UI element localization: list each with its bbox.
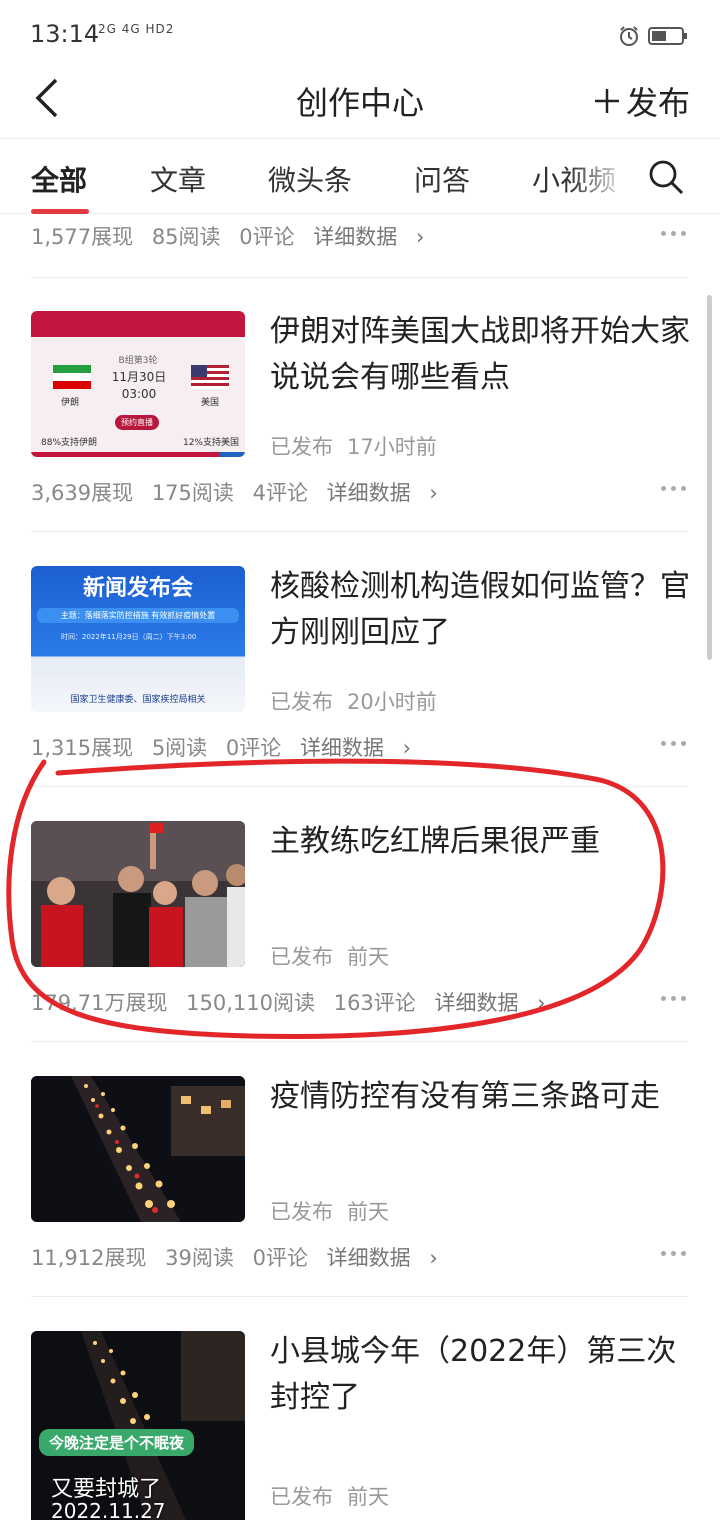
search-icon[interactable]	[648, 159, 684, 195]
article-thumbnail: 今晚注定是个不眠夜 又要封城了 2022.11.27	[31, 1331, 245, 1520]
alarm-icon	[620, 26, 638, 46]
divider	[31, 786, 688, 787]
network-indicator: 2G 4G HD2	[98, 22, 175, 36]
match-time: 11月30日 03:00	[111, 370, 167, 401]
overlay-date: 2022.11.27	[51, 1499, 166, 1520]
publish-label: 发布	[625, 84, 690, 122]
support-percent: 88%支持伊朗	[41, 438, 98, 448]
comment-count[interactable]: 0评论	[226, 736, 281, 760]
read-count: 150,110阅读	[186, 991, 316, 1015]
team-name: 伊朗	[61, 398, 80, 408]
detail-data-link[interactable]: 详细数据 ›	[313, 225, 424, 249]
tab-micro-posts[interactable]: 微头条	[268, 159, 352, 199]
detail-data-link[interactable]: 详细数据 ›	[327, 1246, 438, 1270]
stats-row: 11,912展现 39阅读 0评论 详细数据 ›	[31, 1242, 450, 1272]
reserve-live-badge: 预约直播	[115, 415, 159, 430]
caption-chip: 今晚注定是个不眠夜	[39, 1429, 195, 1456]
read-count: 5阅读	[151, 736, 208, 760]
more-options-icon[interactable]	[661, 996, 687, 1002]
divider	[31, 531, 688, 532]
comment-count[interactable]: 163评论	[334, 991, 416, 1015]
detail-data-link[interactable]: 详细数据 ›	[300, 736, 411, 760]
view-count: 1,315展现	[31, 736, 134, 760]
more-options-icon[interactable]	[661, 231, 687, 237]
article-title[interactable]: 伊朗对阵美国大战即将开始大家说说会有哪些看点	[270, 309, 690, 401]
detail-data-link[interactable]: 详细数据 ›	[327, 481, 438, 505]
article-thumbnail	[31, 821, 245, 967]
view-count: 11,912展现	[31, 1246, 147, 1270]
article-title[interactable]: 主教练吃红牌后果很严重	[270, 819, 690, 865]
tab-all[interactable]: 全部	[31, 159, 87, 199]
more-options-icon[interactable]	[661, 1251, 687, 1257]
article-meta: 已发布 20小时前	[270, 690, 437, 714]
read-count: 175阅读	[151, 481, 234, 505]
article-title[interactable]: 疫情防控有没有第三条路可走	[270, 1074, 690, 1120]
category-tabs: 全部 文章 微头条 问答 小视频	[0, 138, 720, 214]
thumb-heading: 新闻发布会	[82, 575, 193, 601]
comment-count[interactable]: 4评论	[253, 481, 308, 505]
article-meta: 已发布 17小时前	[270, 435, 437, 459]
active-tab-indicator	[31, 209, 89, 214]
article-thumbnail: B组第3轮 11月30日 03:00 伊朗 美国 预约直播 88%支持伊朗 12%…	[31, 311, 245, 457]
article-thumbnail	[31, 1076, 245, 1222]
detail-data-link[interactable]: 详细数据 ›	[434, 991, 545, 1015]
more-options-icon[interactable]	[661, 741, 687, 747]
divider	[31, 1296, 688, 1297]
divider	[31, 277, 688, 278]
thumb-footer: 国家卫生健康委、国家疾控局相关	[70, 695, 206, 705]
comment-count[interactable]: 0评论	[239, 225, 294, 249]
plus-icon	[594, 89, 619, 113]
article-title[interactable]: 小县城今年（2022年）第三次封控了	[270, 1329, 690, 1421]
tab-scroll-fade	[570, 139, 630, 213]
article-meta: 已发布 前天	[270, 1200, 389, 1224]
thumb-subtitle: 主题：落细落实防控措施 有效抓好疫情处置	[37, 608, 239, 623]
more-options-icon[interactable]	[661, 486, 687, 492]
stats-row: 1,577展现 85阅读 0评论 详细数据 ›	[31, 221, 436, 251]
stats-row: 1,315展现 5阅读 0评论 详细数据 ›	[31, 732, 423, 762]
article-meta: 已发布 前天	[270, 1485, 389, 1509]
top-navigation: 创作中心 发布	[0, 60, 720, 136]
view-count: 1,577展现	[31, 225, 134, 249]
battery-icon	[648, 27, 687, 45]
status-time: 13:14	[30, 20, 100, 48]
stats-row: 3,639展现 175阅读 4评论 详细数据 ›	[31, 477, 450, 507]
iran-flag-icon	[53, 365, 91, 389]
read-count: 85阅读	[151, 225, 221, 249]
usa-flag-icon	[191, 365, 229, 389]
back-arrow-icon[interactable]	[30, 76, 66, 120]
team-name: 美国	[201, 398, 220, 408]
support-percent: 12%支持美国	[182, 438, 239, 448]
view-count: 179.71万展现	[31, 991, 168, 1015]
stats-row: 179.71万展现 150,110阅读 163评论 详细数据 ›	[31, 987, 558, 1017]
divider	[31, 1041, 688, 1042]
content-feed[interactable]: 1,577展现 85阅读 0评论 详细数据 › B组第3轮 11月30日 03:0…	[0, 215, 720, 1520]
comment-count[interactable]: 0评论	[253, 1246, 308, 1270]
publish-button[interactable]: 发布	[594, 78, 690, 124]
view-count: 3,639展现	[31, 481, 134, 505]
read-count: 39阅读	[165, 1246, 234, 1270]
thumb-info: 时间：2022年11月29日（周二）下午3:00	[61, 633, 197, 641]
tab-qa[interactable]: 问答	[414, 159, 470, 199]
article-meta: 已发布 前天	[270, 945, 389, 969]
article-title[interactable]: 核酸检测机构造假如何监管？官方刚刚回应了	[270, 564, 690, 656]
scrollbar[interactable]	[707, 295, 712, 660]
tab-articles[interactable]: 文章	[150, 159, 206, 199]
article-thumbnail: 新闻发布会 主题：落细落实防控措施 有效抓好疫情处置 时间：2022年11月29…	[31, 566, 245, 712]
